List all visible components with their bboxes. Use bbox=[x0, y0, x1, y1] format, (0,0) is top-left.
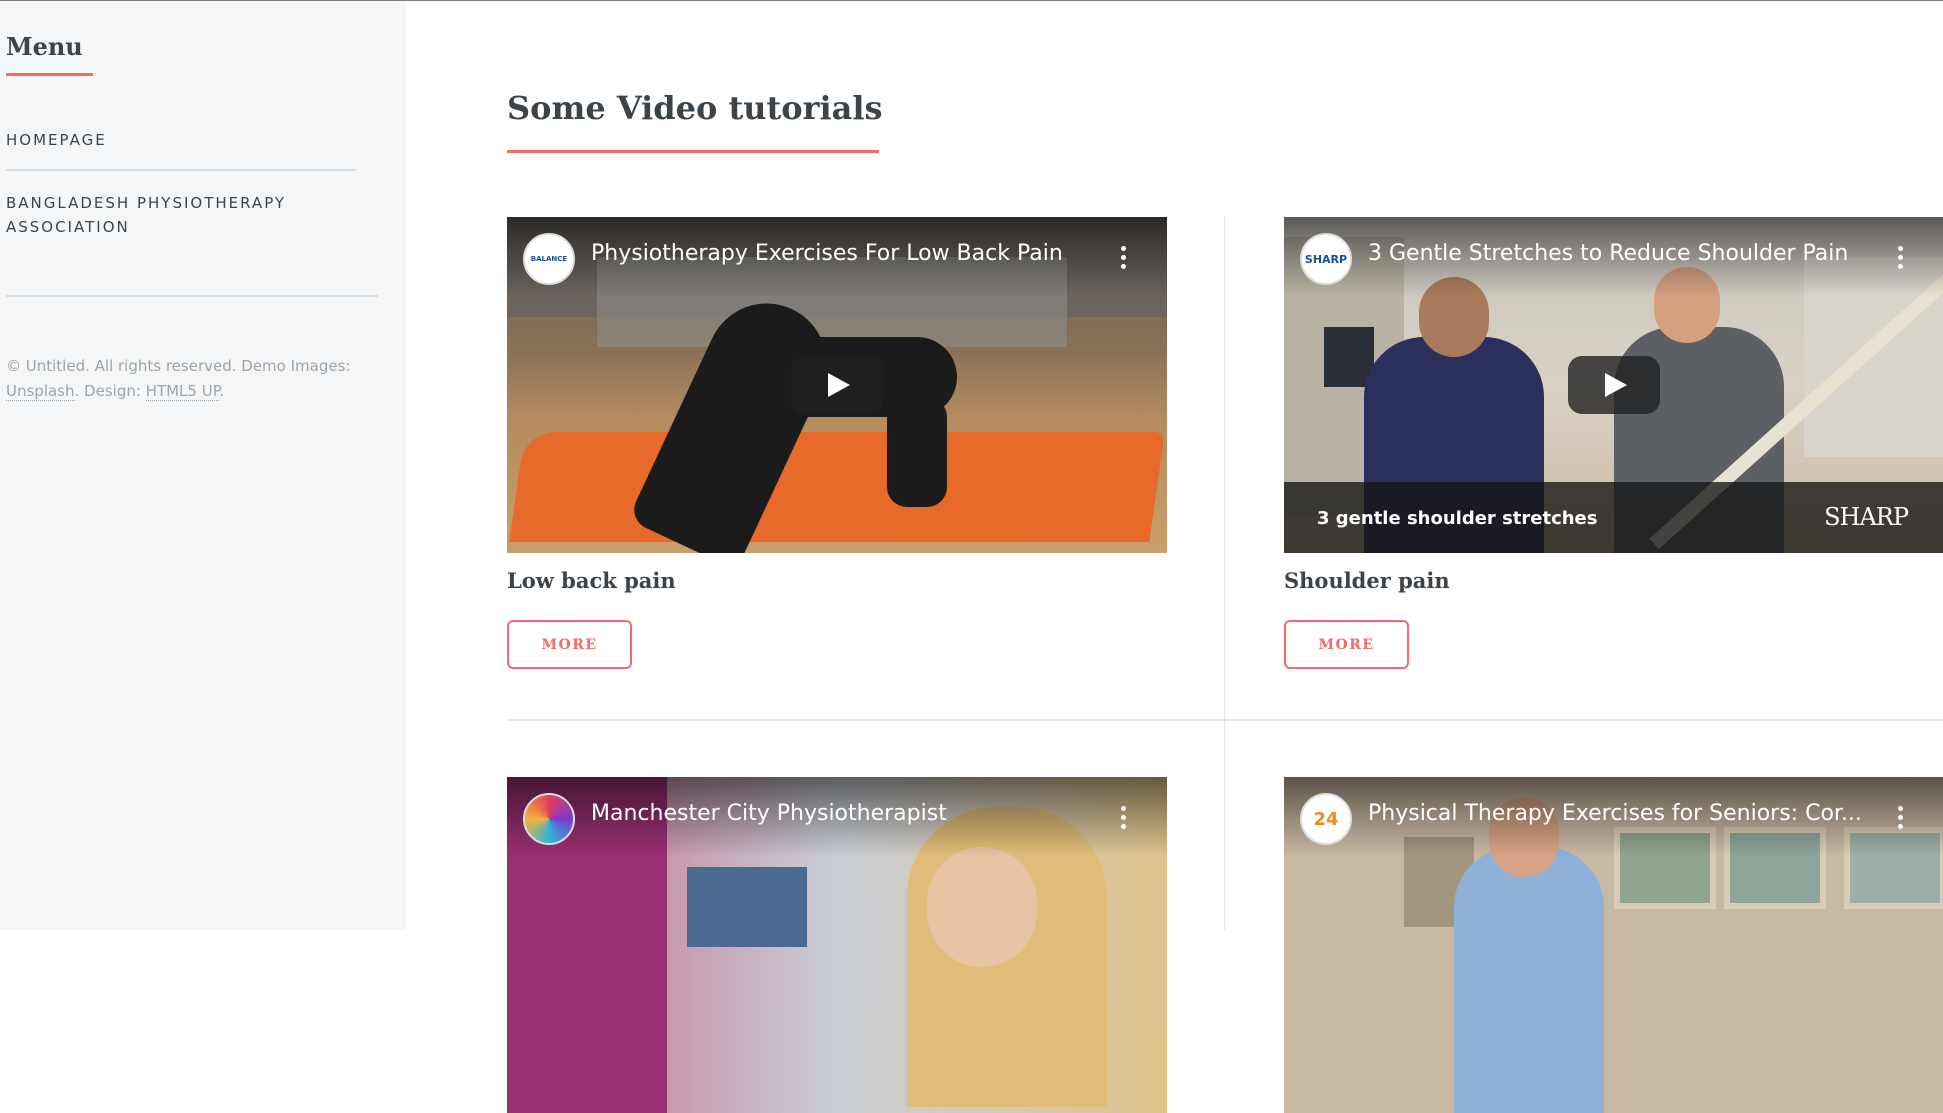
column-divider bbox=[1224, 217, 1225, 930]
caption-brand-logo: SHARP bbox=[1824, 503, 1909, 531]
video-caption-bar: 3 gentle shoulder stretches SHARP bbox=[1284, 482, 1943, 553]
card-title: Low back pain bbox=[507, 568, 676, 593]
video-card: SHARP 3 Gentle Stretches to Reduce Shoul… bbox=[1284, 217, 1943, 669]
video-player-shoulder[interactable]: SHARP 3 Gentle Stretches to Reduce Shoul… bbox=[1284, 217, 1943, 553]
video-title[interactable]: 3 Gentle Stretches to Reduce Shoulder Pa… bbox=[1368, 241, 1848, 266]
video-title[interactable]: Physical Therapy Exercises for Seniors: … bbox=[1368, 801, 1862, 826]
section-title-underline bbox=[507, 150, 879, 153]
more-button[interactable]: MORE bbox=[507, 620, 632, 669]
nav-item-homepage[interactable]: HOMEPAGE bbox=[6, 128, 356, 171]
kebab-menu-icon[interactable] bbox=[1898, 246, 1904, 269]
menu-title-underline bbox=[6, 73, 93, 76]
video-caption: 3 gentle shoulder stretches bbox=[1317, 508, 1598, 529]
footer-text-2: . Design: bbox=[74, 382, 146, 400]
section-title: Some Video tutorials bbox=[507, 89, 883, 127]
sidebar-nav: HOMEPAGE BANGLADESH PHYSIOTHERAPY ASSOCI… bbox=[6, 128, 378, 239]
channel-logo[interactable]: 24 bbox=[1300, 793, 1352, 845]
card-title: Shoulder pain bbox=[1284, 568, 1450, 593]
menu-title: Menu bbox=[6, 32, 83, 61]
video-card: BALANCE Physiotherapy Exercises For Low … bbox=[507, 217, 1167, 669]
video-player-low-back[interactable]: BALANCE Physiotherapy Exercises For Low … bbox=[507, 217, 1167, 553]
video-title[interactable]: Physiotherapy Exercises For Low Back Pai… bbox=[591, 241, 1063, 266]
nav-item-bpa[interactable]: BANGLADESH PHYSIOTHERAPY ASSOCIATION bbox=[6, 191, 306, 239]
play-button-icon[interactable] bbox=[1568, 356, 1660, 414]
kebab-menu-icon[interactable] bbox=[1121, 806, 1127, 829]
footer-text-3: . bbox=[219, 382, 225, 400]
unsplash-link[interactable]: Unsplash bbox=[6, 382, 75, 401]
channel-logo[interactable]: BALANCE bbox=[523, 233, 575, 285]
video-card: Manchester City Physiotherapist bbox=[507, 777, 1167, 1113]
kebab-menu-icon[interactable] bbox=[1121, 246, 1127, 269]
footer-text-1: © Untitled. All rights reserved. Demo Im… bbox=[6, 357, 351, 375]
main-content: Some Video tutorials BALANCE Physiothera… bbox=[406, 1, 1943, 1113]
video-player-man-city[interactable]: Manchester City Physiotherapist bbox=[507, 777, 1167, 1113]
channel-logo[interactable] bbox=[523, 793, 575, 845]
sidebar-footer: © Untitled. All rights reserved. Demo Im… bbox=[6, 354, 378, 404]
kebab-menu-icon[interactable] bbox=[1898, 806, 1904, 829]
play-button-icon[interactable] bbox=[791, 356, 883, 414]
video-player-seniors[interactable]: 24 Physical Therapy Exercises for Senior… bbox=[1284, 777, 1943, 1113]
video-title[interactable]: Manchester City Physiotherapist bbox=[591, 801, 947, 826]
sidebar-divider bbox=[6, 295, 378, 297]
channel-logo[interactable]: SHARP bbox=[1300, 233, 1352, 285]
more-button[interactable]: MORE bbox=[1284, 620, 1409, 669]
row-divider bbox=[507, 719, 1943, 721]
video-card: 24 Physical Therapy Exercises for Senior… bbox=[1284, 777, 1943, 1113]
sidebar: Menu HOMEPAGE BANGLADESH PHYSIOTHERAPY A… bbox=[0, 1, 406, 930]
html5up-link[interactable]: HTML5 UP bbox=[145, 382, 220, 401]
